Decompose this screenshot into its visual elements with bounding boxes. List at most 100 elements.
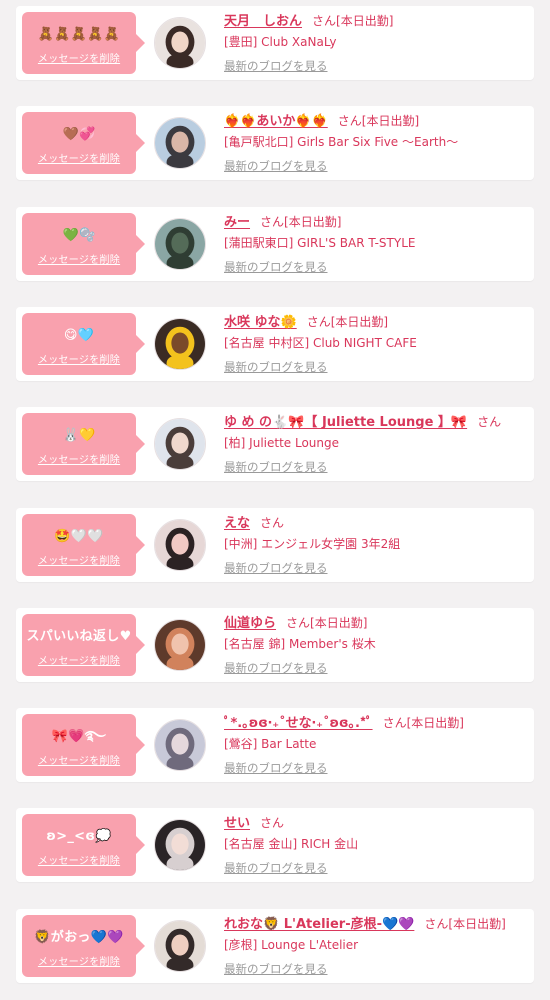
cast-name-link[interactable]: ゆ め の🐇🎀【 Juliette Lounge 】🎀 (224, 415, 467, 430)
honorific: さん (424, 916, 449, 931)
latest-blog-link[interactable]: 最新のブログを見る (224, 56, 328, 76)
list-item: ʚ>_<ɞ💭 メッセージを削除 せい さん [名古屋 金山] RICH 金山 最新… (16, 808, 534, 883)
latest-blog-link[interactable]: 最新のブログを見る (224, 858, 328, 878)
delete-message-link[interactable]: メッセージを削除 (38, 351, 120, 366)
cast-name-link[interactable]: れおな🦁 L'Atelier-彦根-💙💜 (224, 917, 414, 932)
avatar[interactable] (154, 17, 206, 69)
latest-blog-link[interactable]: 最新のブログを見る (224, 457, 328, 477)
avatar[interactable] (154, 217, 206, 270)
honorific: さん (286, 615, 311, 630)
cast-info: ゆ め の🐇🎀【 Juliette Lounge 】🎀 さん [柏] Juliet… (224, 411, 528, 477)
girl-photo-avatar-icon (155, 619, 205, 670)
avatar[interactable] (154, 919, 206, 972)
avatar[interactable] (154, 618, 206, 671)
list-item: 💚🫧 メッセージを削除 みー さん[本日出勤] [蒲田駅東口] GIRL'S BA… (16, 206, 534, 281)
message-bubble: 🦁がおっ💙💜 メッセージを削除 (22, 914, 145, 977)
cast-info: ﾟ*.｡ʚɞ‧₊˚せな‧₊˚ʚɞ｡.*ﾟ さん[本日出勤] [鶯谷] Bar La… (224, 712, 528, 778)
message-bubble: 🤎💞 メッセージを削除 (22, 112, 145, 175)
delete-message-link[interactable]: メッセージを削除 (38, 451, 120, 466)
girl-photo-avatar-icon (155, 318, 205, 369)
cast-name-link[interactable]: せい (224, 816, 250, 831)
girl-photo-avatar-icon (155, 920, 205, 971)
delete-message-link[interactable]: メッセージを削除 (38, 552, 120, 567)
delete-message-link[interactable]: メッセージを削除 (38, 50, 120, 65)
shop-name: [鶯谷] Bar Latte (224, 737, 317, 752)
delete-message-link[interactable]: メッセージを削除 (38, 953, 120, 968)
latest-blog-link[interactable]: 最新のブログを見る (224, 558, 328, 578)
attendance-badge: [本日出勤] (361, 114, 420, 129)
latest-blog-link[interactable]: 最新のブログを見る (224, 758, 328, 778)
honorific: さん (306, 314, 331, 329)
girl-photo-avatar-icon (155, 218, 205, 269)
cast-name-link[interactable]: 天月 しおん (224, 14, 302, 29)
avatar[interactable] (154, 719, 206, 772)
message-bubble: 🤩🤍🤍 メッセージを削除 (22, 513, 145, 576)
avatar[interactable] (154, 317, 206, 370)
list-item: 🤩🤍🤍 メッセージを削除 えな さん [中洲] エンジェル女学園 3年2組 最新の… (16, 507, 534, 582)
girl-photo-avatar-icon (155, 419, 205, 470)
latest-blog-link[interactable]: 最新のブログを見る (224, 959, 328, 979)
message-bubble: 💚🫧 メッセージを削除 (22, 212, 145, 275)
shop-name: [豊田] Club XaNaLy (224, 35, 337, 49)
attendance-badge: [本日出勤] (330, 314, 389, 329)
delete-message-link[interactable]: メッセージを削除 (38, 251, 120, 266)
cast-name-link[interactable]: えな (224, 516, 250, 531)
message-text: スパいいね返し♥ (26, 628, 132, 644)
cast-name-link[interactable]: 仙道ゆら (224, 616, 276, 631)
message-text: 🎀💗࿐ (51, 729, 107, 745)
shop-name: [名古屋 金山] RICH 金山 (224, 837, 359, 852)
cast-info: えな さん [中洲] エンジェル女学園 3年2組 最新のブログを見る (224, 512, 528, 578)
list-item: スパいいね返し♥ メッセージを削除 仙道ゆら さん[本日出勤] [名古屋 錦] M… (16, 607, 534, 682)
honorific: さん (260, 515, 285, 530)
shop-name: [彦根] Lounge L'Atelier (224, 937, 359, 952)
favorites-list: 🧸🧸🧸🧸🧸 メッセージを削除 天月 しおん さん[本日出勤] [豊田] Club … (0, 0, 550, 1000)
latest-blog-link[interactable]: 最新のブログを見る (224, 658, 328, 678)
cast-name-link[interactable]: ﾟ*.｡ʚɞ‧₊˚せな‧₊˚ʚɞ｡.*ﾟ (224, 716, 373, 731)
girl-photo-avatar-icon (155, 18, 205, 68)
cast-info: みー さん[本日出勤] [蒲田駅東口] GIRL'S BAR T-STYLE 最新… (224, 211, 528, 277)
message-text: 🤩🤍🤍 (54, 528, 104, 544)
message-bubble: 🎀💗࿐ メッセージを削除 (22, 714, 145, 777)
avatar[interactable] (154, 117, 206, 170)
shop-name: [名古屋 錦] Member's 桜木 (224, 636, 376, 651)
avatar[interactable] (154, 819, 206, 872)
avatar[interactable] (154, 418, 206, 471)
latest-blog-link[interactable]: 最新のブログを見る (224, 156, 328, 176)
attendance-badge: [本日出勤] (284, 214, 342, 229)
avatar[interactable] (154, 518, 206, 571)
shop-name: [中洲] エンジェル女学園 3年2組 (224, 536, 401, 551)
shop-name: [名古屋 中村区] Club NIGHT CAFE (224, 335, 417, 350)
message-text: 😋🩵 (63, 327, 95, 343)
delete-message-link[interactable]: メッセージを削除 (38, 652, 120, 667)
delete-message-link[interactable]: メッセージを削除 (38, 752, 120, 767)
shop-name: [亀戸駅北口] Girls Bar Six Five 〜Earth〜 (224, 135, 459, 150)
latest-blog-link[interactable]: 最新のブログを見る (224, 357, 328, 377)
list-item: 🎀💗࿐ メッセージを削除 ﾟ*.｡ʚɞ‧₊˚せな‧₊˚ʚɞ｡.*ﾟ さん[本日出勤… (16, 708, 534, 783)
message-bubble: 🐰💛 メッセージを削除 (22, 413, 145, 476)
latest-blog-link[interactable]: 最新のブログを見る (224, 257, 328, 277)
cast-name-link[interactable]: ❤️‍🔥❤️‍🔥あいか❤️‍🔥❤️‍🔥 (224, 114, 328, 129)
cast-info: れおな🦁 L'Atelier-彦根-💙💜 さん[本日出勤] [彦根] Lounge… (224, 913, 528, 979)
honorific: さん (477, 415, 502, 430)
message-bubble: 🧸🧸🧸🧸🧸 メッセージを削除 (22, 12, 145, 74)
message-text: ʚ>_<ɞ💭 (46, 829, 112, 845)
girl-photo-avatar-icon (155, 519, 205, 570)
list-item: 🦁がおっ💙💜 メッセージを削除 れおな🦁 L'Atelier-彦根-💙💜 さん[本… (16, 908, 534, 983)
attendance-badge: [本日出勤] (310, 615, 368, 630)
honorific: さん (260, 816, 285, 831)
attendance-badge: [本日出勤] (406, 716, 464, 731)
list-item: 😋🩵 メッセージを削除 水咲 ゆな🌼 さん[本日出勤] [名古屋 中村区] Clu… (16, 306, 534, 381)
cast-info: せい さん [名古屋 金山] RICH 金山 最新のブログを見る (224, 812, 528, 878)
message-bubble: ʚ>_<ɞ💭 メッセージを削除 (22, 814, 145, 877)
honorific: さん (337, 114, 362, 129)
message-text: 💚🫧 (62, 227, 96, 243)
delete-message-link[interactable]: メッセージを削除 (38, 150, 120, 165)
message-bubble: スパいいね返し♥ メッセージを削除 (22, 613, 145, 676)
message-text: 🧸🧸🧸🧸🧸 (37, 27, 121, 42)
girl-photo-avatar-icon (155, 118, 205, 169)
cast-info: 天月 しおん さん[本日出勤] [豊田] Club XaNaLy 最新のブログを見… (224, 10, 528, 76)
delete-message-link[interactable]: メッセージを削除 (38, 852, 120, 867)
cast-name-link[interactable]: みー (224, 215, 250, 230)
shop-name: [蒲田駅東口] GIRL'S BAR T-STYLE (224, 235, 416, 250)
cast-name-link[interactable]: 水咲 ゆな🌼 (224, 315, 297, 330)
